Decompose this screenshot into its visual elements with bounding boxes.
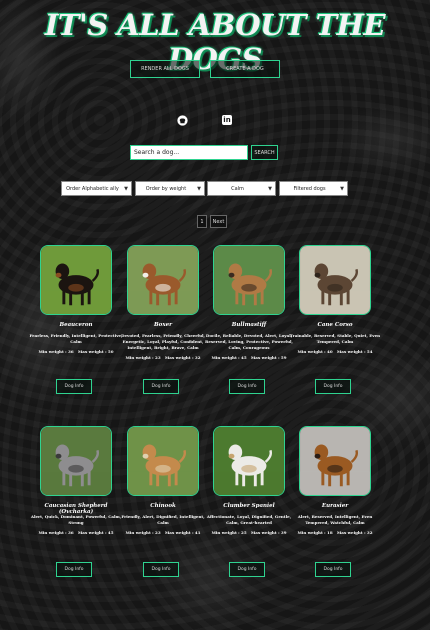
dog-photo <box>40 426 112 496</box>
dog-name: Beauceron <box>59 322 93 328</box>
dog-max-weight: Max weight : 59 <box>250 355 287 360</box>
dog-max-weight: Max weight : 41 <box>164 530 201 535</box>
dog-name: Chinook <box>150 503 176 509</box>
dog-card: Clumber Spaniel Affectionate, Loyal, Dign… <box>207 426 299 586</box>
dog-weights: Min weight : 25 Max weight : 39 <box>201 530 297 535</box>
dog-min-weight: Min weight : 23 <box>125 530 161 535</box>
dog-max-weight: Max weight : 54 <box>336 349 373 354</box>
chevron-down-icon: ▼ <box>340 186 344 192</box>
dog-max-weight: Max weight : 32 <box>164 355 201 360</box>
linkedin-icon-glyph: in <box>223 116 231 124</box>
dog-max-weight: Max weight : 50 <box>77 349 114 354</box>
dog-info-button[interactable]: Dog Info <box>56 379 92 394</box>
dog-card: Chinook Friendly, Alert, Dignified, Intel… <box>121 426 213 586</box>
dog-photo <box>213 426 285 496</box>
dog-weights: Min weight : 36 Max weight : 50 <box>28 349 124 354</box>
dog-weights: Min weight : 40 Max weight : 54 <box>287 349 383 354</box>
search-button[interactable]: SEARCH <box>251 145 278 160</box>
dog-temperament: Friendly, Alert, Dignified, Intelligent,… <box>121 514 205 525</box>
dog-weights: Min weight : 23 Max weight : 41 <box>115 530 211 535</box>
dog-min-weight: Min weight : 40 <box>297 349 333 354</box>
dog-min-weight: Min weight : 36 <box>38 530 74 535</box>
filtered-dogs-value: Filtered dogs <box>293 185 326 192</box>
dog-temperament: Fearless, Friendly, Intelligent, Protect… <box>29 333 123 344</box>
dog-card: Caucasian Shepherd (Ovcharka) Alert, Quic… <box>31 426 126 586</box>
order-weight-select[interactable]: Order by weight ▼ <box>135 181 205 196</box>
dog-weights: Min weight : 23 Max weight : 32 <box>115 355 211 360</box>
dog-photo <box>299 426 371 496</box>
dog-photo <box>213 245 285 315</box>
dog-temperament: Devoted, Fearless, Friendly, Cheerful, E… <box>121 333 205 350</box>
search-input[interactable] <box>130 145 248 160</box>
dog-temperament: Docile, Reliable, Devoted, Alert, Loyal,… <box>205 333 293 350</box>
page-number-button[interactable]: 1 <box>197 215 207 228</box>
dog-photo <box>127 245 199 315</box>
order-alphabetic-value: Order Alphabetic ally <box>66 185 119 192</box>
dog-card: Boxer Devoted, Fearless, Friendly, Cheerf… <box>121 245 213 405</box>
chevron-down-icon: ▼ <box>268 186 272 192</box>
dog-name: Clumber Spaniel <box>223 503 275 509</box>
dog-card: Cane Corso Trainable, Reserved, Stable, Q… <box>290 245 385 405</box>
dog-info-button[interactable]: Dog Info <box>143 379 179 394</box>
dog-name: Eurasier <box>321 503 349 509</box>
order-alphabetic-select[interactable]: Order Alphabetic ally ▼ <box>61 181 132 196</box>
dog-photo <box>299 245 371 315</box>
chevron-down-icon: ▼ <box>197 186 201 192</box>
dog-photo <box>127 426 199 496</box>
dog-weights: Min weight : 36 Max weight : 45 <box>28 530 124 535</box>
next-page-button[interactable]: Next <box>210 215 227 228</box>
dog-info-button[interactable]: Dog Info <box>229 562 265 577</box>
filtered-dogs-select[interactable]: Filtered dogs ▼ <box>279 181 348 196</box>
dog-info-button[interactable]: Dog Info <box>143 562 179 577</box>
dog-photo <box>40 245 112 315</box>
dog-temperament: Trainable, Reserved, Stable, Quiet, Even… <box>289 333 381 344</box>
chevron-down-icon: ▼ <box>124 186 128 192</box>
dog-card: Bullmastiff Docile, Reliable, Devoted, Al… <box>205 245 299 405</box>
dog-min-weight: Min weight : 18 <box>297 530 333 535</box>
dog-weights: Min weight : 45 Max weight : 59 <box>201 355 297 360</box>
dog-min-weight: Min weight : 36 <box>38 349 74 354</box>
dog-name: Cane Corso <box>317 322 353 328</box>
dog-info-button[interactable]: Dog Info <box>315 379 351 394</box>
dog-name: Boxer <box>154 322 172 328</box>
temperament-value: Calm <box>231 185 244 192</box>
render-all-dogs-button[interactable]: RENDER ALL DOGS <box>130 60 200 78</box>
github-icon[interactable] <box>176 113 188 127</box>
dog-name: Bullmastiff <box>231 322 267 328</box>
create-dog-button[interactable]: CREATE A DOG <box>210 60 280 78</box>
dog-weights: Min weight : 18 Max weight : 32 <box>287 530 383 535</box>
dog-min-weight: Min weight : 23 <box>125 355 161 360</box>
dog-temperament: Affectionate, Loyal, Dignified, Gentle, … <box>206 514 292 525</box>
dog-card: Eurasier Alert, Reserved, Intelligent, Ev… <box>297 426 385 586</box>
dog-info-button[interactable]: Dog Info <box>229 379 265 394</box>
dog-max-weight: Max weight : 32 <box>336 530 373 535</box>
temperament-select[interactable]: Calm ▼ <box>207 181 276 196</box>
dog-max-weight: Max weight : 39 <box>250 530 287 535</box>
dog-card: Beauceron Fearless, Friendly, Intelligent… <box>30 245 126 405</box>
dog-min-weight: Min weight : 25 <box>211 530 247 535</box>
linkedin-icon[interactable]: in <box>222 115 232 125</box>
dog-temperament: Alert, Reserved, Intelligent, Even Tempe… <box>297 514 373 525</box>
dog-max-weight: Max weight : 45 <box>77 530 114 535</box>
dog-info-button[interactable]: Dog Info <box>56 562 92 577</box>
dog-min-weight: Min weight : 45 <box>211 355 247 360</box>
dog-info-button[interactable]: Dog Info <box>315 562 351 577</box>
order-weight-value: Order by weight <box>145 185 187 192</box>
dog-temperament: Alert, Quick, Dominant, Powerful, Calm, … <box>30 514 122 525</box>
